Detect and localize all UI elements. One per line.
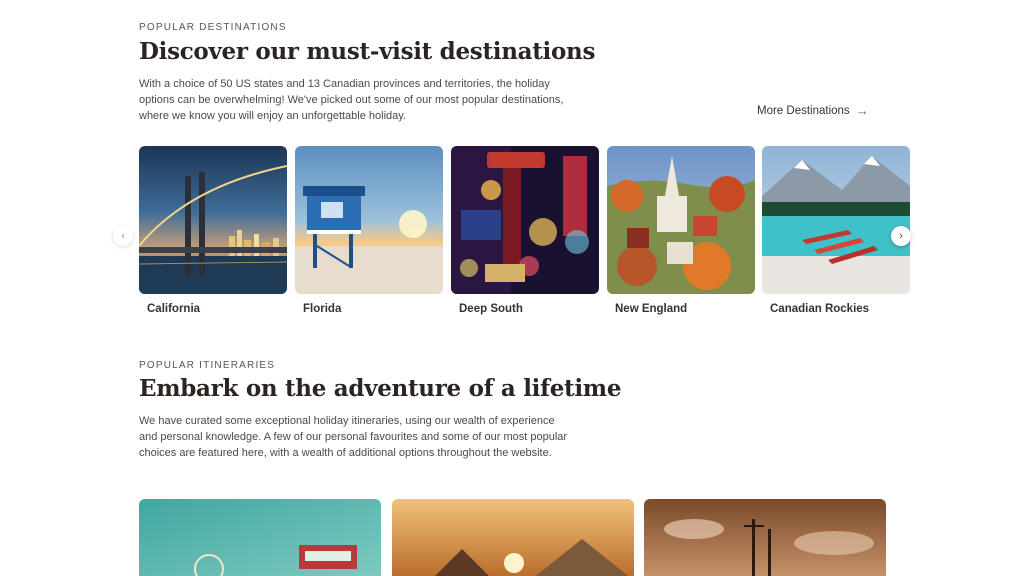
california-image: [139, 146, 287, 294]
itinerary-image-beach: [139, 499, 381, 576]
destination-label: New England: [615, 303, 688, 315]
destinations-carousel: California Florida Deep South New Englan…: [139, 146, 910, 326]
carousel-next-button[interactable]: ›: [891, 226, 911, 246]
destination-card-deep-south[interactable]: Deep South: [451, 146, 599, 315]
more-destinations-label: More Destinations: [757, 104, 850, 117]
chevron-right-icon: ›: [899, 230, 903, 242]
destination-label: Florida: [303, 303, 342, 315]
itineraries-description: We have curated some exceptional holiday…: [139, 415, 568, 459]
itinerary-image-barn: [392, 499, 634, 576]
canadian-rockies-image: [762, 146, 910, 294]
destination-card-florida[interactable]: Florida: [295, 146, 443, 315]
arrow-right-icon: →: [855, 103, 869, 118]
itinerary-image-desert: [644, 499, 886, 576]
destination-card-california[interactable]: California: [139, 146, 287, 315]
itinerary-card[interactable]: [139, 499, 381, 576]
itinerary-card[interactable]: [644, 499, 886, 576]
florida-image: [295, 146, 443, 294]
destinations-description: With a choice of 50 US states and 13 Can…: [139, 78, 564, 122]
chevron-left-icon: ‹: [121, 230, 125, 242]
itineraries-eyebrow: POPULAR ITINERARIES: [139, 360, 276, 371]
destinations-eyebrow: POPULAR DESTINATIONS: [139, 22, 287, 33]
itineraries-heading: Embark on the adventure of a lifetime: [139, 375, 622, 402]
destination-label: California: [147, 303, 201, 315]
deep-south-image: [451, 146, 599, 294]
itinerary-card[interactable]: [392, 499, 634, 576]
destinations-heading: Discover our must-visit destinations: [139, 38, 596, 65]
destination-label: Deep South: [459, 303, 523, 315]
more-destinations-link[interactable]: More Destinations →: [757, 104, 869, 117]
new-england-image: [607, 146, 755, 294]
destination-card-new-england[interactable]: New England: [607, 146, 755, 315]
destination-label: Canadian Rockies: [770, 303, 870, 315]
destination-card-canadian-rockies[interactable]: Canadian Rockies: [762, 146, 910, 315]
carousel-prev-button[interactable]: ‹: [113, 226, 133, 246]
